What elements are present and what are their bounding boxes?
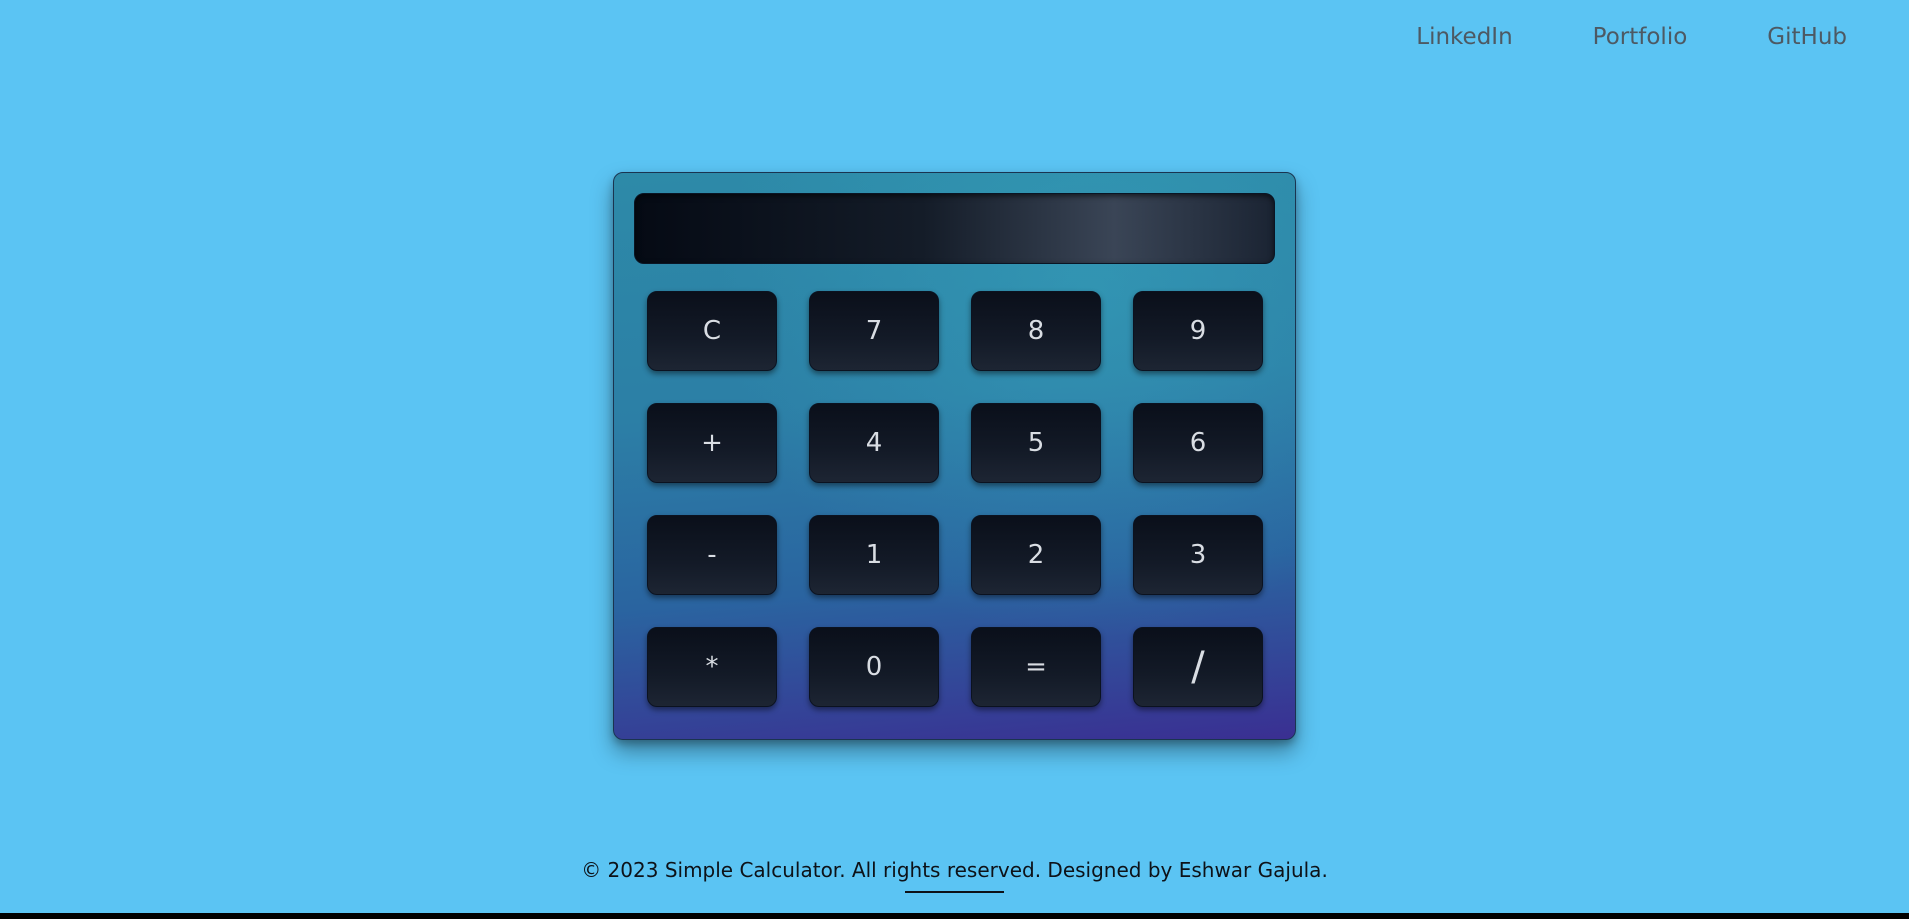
calculator-keypad: C 7 8 9 + 4 5 6 - 1 2 3 * 0 = / xyxy=(647,291,1263,707)
key-5[interactable]: 5 xyxy=(971,403,1101,483)
footer-copyright: © 2023 Simple Calculator. All rights res… xyxy=(581,858,1328,882)
top-nav: LinkedIn Portfolio GitHub xyxy=(1416,24,1847,50)
key-8[interactable]: 8 xyxy=(971,291,1101,371)
key-4[interactable]: 4 xyxy=(809,403,939,483)
key-divide[interactable]: / xyxy=(1133,627,1263,707)
nav-link-linkedin[interactable]: LinkedIn xyxy=(1416,24,1512,50)
key-3[interactable]: 3 xyxy=(1133,515,1263,595)
calculator-display xyxy=(634,193,1275,264)
key-clear[interactable]: C xyxy=(647,291,777,371)
key-2[interactable]: 2 xyxy=(971,515,1101,595)
key-7[interactable]: 7 xyxy=(809,291,939,371)
key-minus[interactable]: - xyxy=(647,515,777,595)
nav-link-github[interactable]: GitHub xyxy=(1767,24,1847,50)
key-multiply[interactable]: * xyxy=(647,627,777,707)
calculator: C 7 8 9 + 4 5 6 - 1 2 3 * 0 = / xyxy=(613,172,1296,740)
footer-underline xyxy=(905,891,1004,893)
key-plus[interactable]: + xyxy=(647,403,777,483)
key-equals[interactable]: = xyxy=(971,627,1101,707)
key-6[interactable]: 6 xyxy=(1133,403,1263,483)
key-0[interactable]: 0 xyxy=(809,627,939,707)
key-1[interactable]: 1 xyxy=(809,515,939,595)
bottom-bar xyxy=(0,913,1909,919)
nav-link-portfolio[interactable]: Portfolio xyxy=(1593,24,1688,50)
key-9[interactable]: 9 xyxy=(1133,291,1263,371)
